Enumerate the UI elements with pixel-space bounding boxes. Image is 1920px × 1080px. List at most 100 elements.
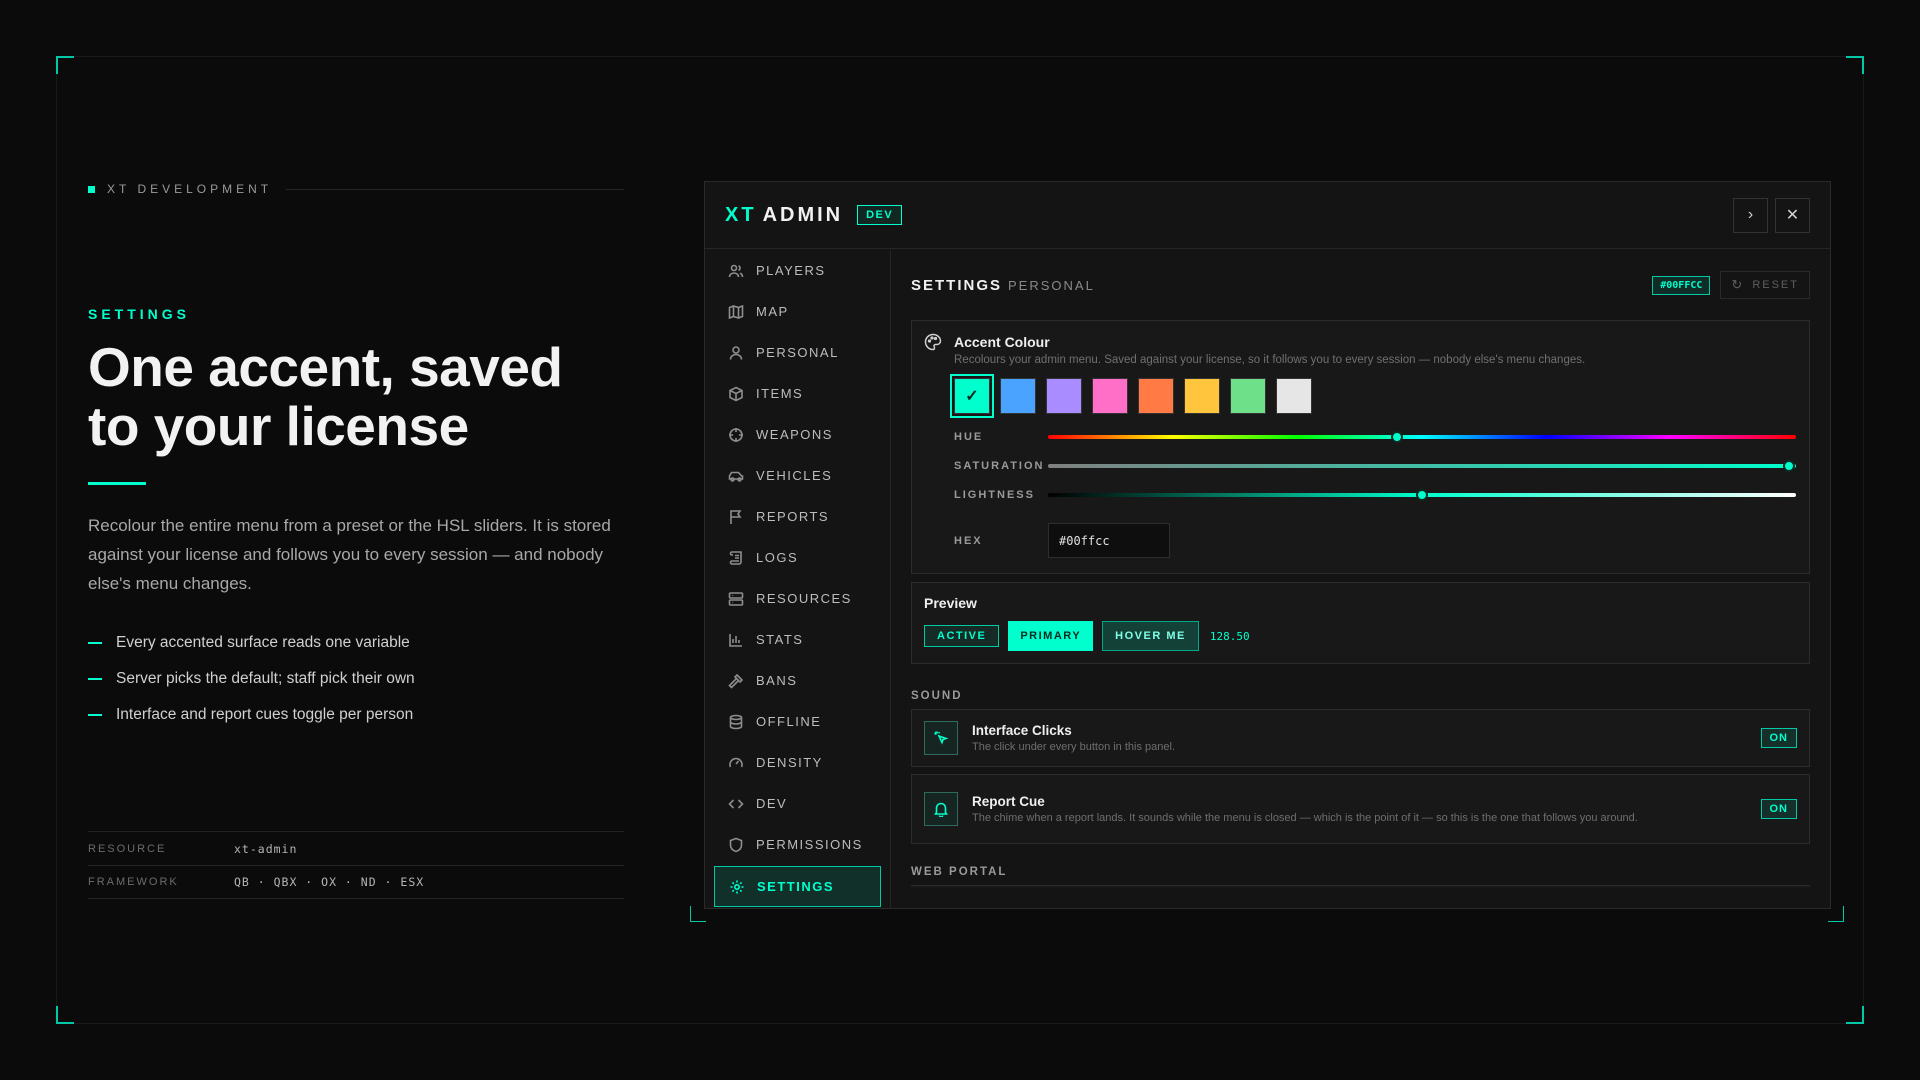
sidebar-item-personal[interactable]: PERSONAL xyxy=(714,332,881,373)
sidebar-item-label: WEAPONS xyxy=(756,427,833,442)
settings-content: SETTINGS PERSONAL #00FFCC ↻ RESET Accent … xyxy=(911,250,1810,888)
car-icon xyxy=(728,471,744,482)
preview-hover-button[interactable]: HOVER ME xyxy=(1102,621,1199,651)
preview-active-badge: ACTIVE xyxy=(924,625,1000,647)
code-icon xyxy=(728,798,744,809)
feature-item: Interface and report cues toggle per per… xyxy=(88,697,415,733)
hero-eyebrow: SETTINGS xyxy=(88,306,191,322)
sidebar-item-vehicles[interactable]: VEHICLES xyxy=(714,455,881,496)
reset-button[interactable]: ↻ RESET xyxy=(1720,271,1810,299)
frame-left-line xyxy=(56,56,57,1024)
preview-title: Preview xyxy=(924,595,977,611)
sidebar-item-logs[interactable]: LOGS xyxy=(714,537,881,578)
web-portal-section-label: WEB PORTAL xyxy=(911,866,1008,878)
color-swatch[interactable] xyxy=(1230,378,1266,414)
map-icon xyxy=(728,304,744,319)
web-portal-card xyxy=(911,885,1810,888)
sidebar-item-players[interactable]: PLAYERS xyxy=(714,250,881,291)
color-swatch[interactable] xyxy=(1000,378,1036,414)
frame-bottom-line xyxy=(56,1023,1864,1024)
close-icon: ✕ xyxy=(1785,207,1800,224)
color-swatch[interactable] xyxy=(1138,378,1174,414)
preview-primary-button[interactable]: PRIMARY xyxy=(1008,621,1094,651)
preview-card: Preview ACTIVE PRIMARY HOVER ME 128.50 xyxy=(911,582,1810,664)
brand-dot xyxy=(88,185,95,193)
accent-colour-card: Accent Colour Recolours your admin menu.… xyxy=(911,320,1810,574)
saturation-slider-row: SATURATION xyxy=(954,451,1809,480)
color-swatch[interactable] xyxy=(1046,378,1082,414)
sidebar-item-label: DEV xyxy=(756,796,788,811)
page-title: SETTINGS xyxy=(911,276,1003,294)
saturation-slider[interactable] xyxy=(1048,459,1796,472)
sidebar-item-label: ITEMS xyxy=(756,386,804,401)
sidebar-item-reports[interactable]: REPORTS xyxy=(714,496,881,537)
sound-text: Interface Clicks The click under every b… xyxy=(972,723,1741,754)
sidebar-item-density[interactable]: DENSITY xyxy=(714,742,881,783)
bar-chart-icon xyxy=(729,633,742,647)
current-hex-chip: #00FFCC xyxy=(1652,275,1711,295)
color-swatch[interactable] xyxy=(1276,378,1312,414)
color-swatch[interactable] xyxy=(1184,378,1220,414)
admin-panel: XT ADMIN DEV › ✕ PLAYERS MAP PERSONAL ITE… xyxy=(704,181,1831,909)
sidebar-item-label: REPORTS xyxy=(756,509,830,524)
saturation-label: SATURATION xyxy=(954,459,1045,472)
box-icon xyxy=(729,386,743,401)
sidebar-item-label: MAP xyxy=(756,304,789,319)
hue-slider[interactable] xyxy=(1048,430,1796,443)
sidebar-item-dev[interactable]: DEV xyxy=(714,783,881,824)
sidebar-item-map[interactable]: MAP xyxy=(714,291,881,332)
interface-clicks-card: Interface Clicks The click under every b… xyxy=(911,709,1810,767)
sidebar-item-settings[interactable]: SETTINGS xyxy=(714,866,881,907)
hex-input[interactable] xyxy=(1048,523,1170,558)
sound-icon-box xyxy=(924,792,958,826)
server-icon xyxy=(728,591,744,606)
lightness-label: LIGHTNESS xyxy=(954,488,1035,501)
page-subtitle: PERSONAL xyxy=(1008,277,1095,293)
hue-label: HUE xyxy=(954,430,984,443)
sidebar-item-label: STATS xyxy=(756,632,804,647)
color-swatch[interactable] xyxy=(1092,378,1128,414)
sound-section-label: SOUND xyxy=(911,690,963,702)
sidebar-item-items[interactable]: ITEMS xyxy=(714,373,881,414)
frame-corner xyxy=(1846,1006,1864,1024)
sound-icon-box xyxy=(924,721,958,755)
logo-name: ADMIN xyxy=(762,203,844,226)
reset-label: RESET xyxy=(1752,279,1799,291)
sidebar-item-resources[interactable]: RESOURCES xyxy=(714,578,881,619)
sidebar-item-label: BANS xyxy=(756,673,798,688)
hero-accent-rule xyxy=(88,482,146,485)
hue-slider-thumb[interactable] xyxy=(1390,430,1403,443)
flag-icon xyxy=(730,509,742,524)
meta-row: RESOURCE xt-admin xyxy=(88,831,624,865)
sidebar-item-permissions[interactable]: PERMISSIONS xyxy=(714,824,881,865)
report-cue-card: Report Cue The chime when a report lands… xyxy=(911,774,1810,844)
feature-list: Every accented surface reads one variabl… xyxy=(88,625,415,733)
sidebar-item-label: SETTINGS xyxy=(757,879,835,894)
sidebar-item-label: VEHICLES xyxy=(756,468,833,483)
sidebar-item-stats[interactable]: STATS xyxy=(714,619,881,660)
expand-button[interactable]: › xyxy=(1733,197,1768,233)
users-icon xyxy=(728,264,744,277)
sidebar-item-bans[interactable]: BANS xyxy=(714,660,881,701)
lightness-slider[interactable] xyxy=(1048,488,1796,501)
color-swatch[interactable]: ✓ xyxy=(950,374,994,418)
accent-title: Accent Colour xyxy=(954,334,1050,350)
close-button[interactable]: ✕ xyxy=(1775,197,1810,233)
feature-item: Server picks the default; staff pick the… xyxy=(88,661,415,697)
saturation-slider-thumb[interactable] xyxy=(1782,459,1795,472)
frame-corner xyxy=(1846,56,1864,74)
gear-icon xyxy=(730,880,744,893)
hue-slider-row: HUE xyxy=(954,422,1809,451)
sidebar: PLAYERS MAP PERSONAL ITEMS WEAPONS VEHIC… xyxy=(705,250,891,908)
hex-row: HEX xyxy=(954,523,1809,558)
report-cue-toggle[interactable]: ON xyxy=(1760,799,1797,819)
hero-title: One accent, saved to your license xyxy=(88,338,648,456)
meta-key: RESOURCE xyxy=(88,842,167,855)
sidebar-item-weapons[interactable]: WEAPONS xyxy=(714,414,881,455)
chevron-right-icon: › xyxy=(1747,206,1754,223)
sidebar-item-offline[interactable]: OFFLINE xyxy=(714,701,881,742)
interface-clicks-toggle[interactable]: ON xyxy=(1760,728,1797,748)
sidebar-item-label: PLAYERS xyxy=(756,263,826,278)
lightness-slider-thumb[interactable] xyxy=(1416,488,1428,501)
brand-row: XT DEVELOPMENT xyxy=(88,182,624,196)
